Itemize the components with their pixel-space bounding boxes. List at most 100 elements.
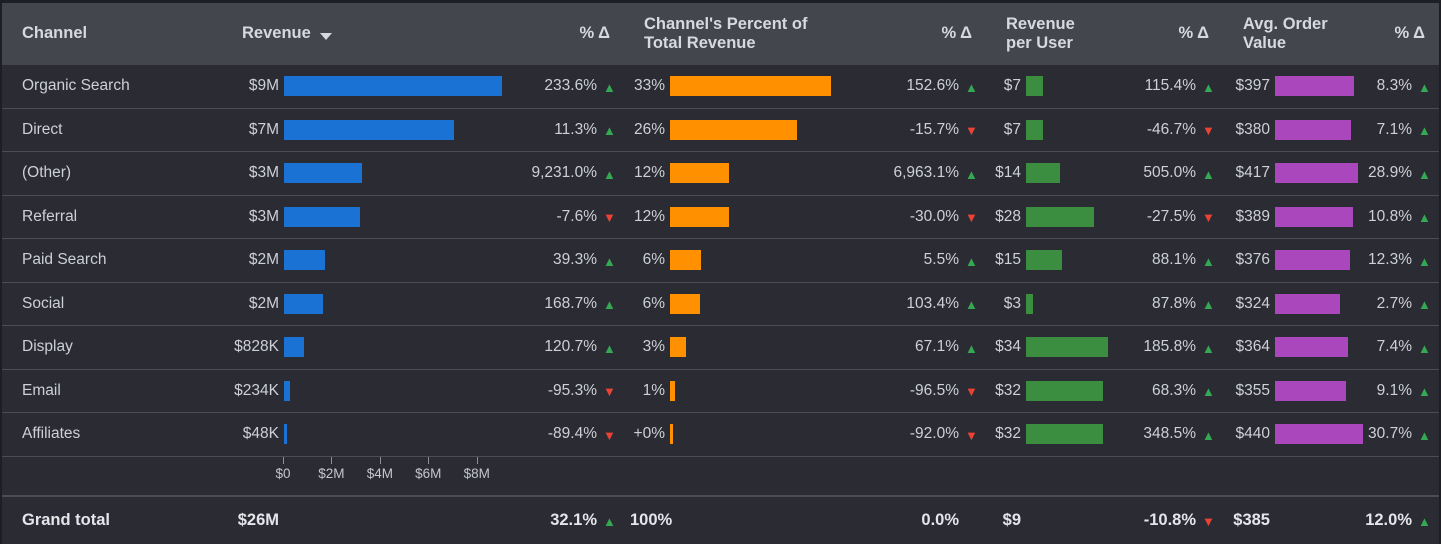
avg-order-value-bar [1275, 424, 1363, 445]
axis-tick [428, 456, 430, 464]
aov-delta: 7.1% ▲ [1373, 109, 1439, 152]
rpu-delta: 185.8% ▲ [1143, 326, 1223, 369]
revenue-per-user-value: $28 [995, 207, 1021, 225]
column-header-pct-total-delta[interactable]: % Δ [924, 3, 986, 65]
column-header-avg-order-value[interactable]: Avg. Order Value [1223, 3, 1373, 65]
table-row[interactable]: Email $234K -95.3% ▼ 1% -96.5% ▼ $32 68.3% ▲ $355 9… [2, 370, 1439, 413]
column-header-revenue[interactable]: Revenue [222, 3, 562, 65]
column-header-pct-total-label: Channel's Percent of Total Revenue [644, 15, 807, 54]
revenue-cell: $7M [222, 109, 562, 152]
table-row[interactable]: Affiliates $48K -89.4% ▼ +0% -92.0% ▼ $32 348.5%… [2, 413, 1439, 457]
rpu-delta-value: -27.5% [1146, 207, 1196, 225]
column-header-aov-delta-label: % Δ [1394, 24, 1425, 43]
axis-tick [331, 456, 333, 464]
revenue-delta-value: 11.3% [554, 120, 597, 138]
grand-total-rpu-delta: -10.8% ▼ [1144, 497, 1223, 544]
revenue-delta-value: -95.3% [547, 381, 597, 399]
column-header-rpu-delta[interactable]: % Δ [1161, 3, 1223, 65]
pct-total-line2: Total Revenue [644, 34, 756, 52]
table-row[interactable]: (Other) $3M 9,231.0% ▲ 12% 6,963.1% ▲ $14 505.0%… [2, 152, 1439, 196]
column-header-revenue-per-user[interactable]: Revenue per User [986, 3, 1161, 65]
caret-down-icon[interactable] [319, 32, 332, 40]
pct-total-bar-track [670, 109, 797, 152]
arrow-up-icon: ▲ [1202, 79, 1215, 95]
table-row[interactable]: Paid Search $2M 39.3% ▲ 6% 5.5% ▲ $15 88.1% ▲ $376… [2, 239, 1439, 283]
revenue-value: $2M [248, 251, 279, 269]
revenue-per-user-cell: $34 [986, 326, 1161, 369]
pct-total-delta: 6,963.1% ▲ [894, 152, 986, 195]
rpu-delta: 505.0% ▲ [1143, 152, 1223, 195]
pct-total-bar-track [670, 283, 701, 326]
row-channel: Direct [22, 120, 63, 138]
revenue-value: $3M [248, 164, 279, 182]
pct-total-bar-track [670, 370, 675, 413]
axis-tick-label: $4M [366, 465, 394, 481]
table-row[interactable]: Direct $7M 11.3% ▲ 26% -15.7% ▼ $7 -46.7% ▼ $380 7.… [2, 109, 1439, 152]
revenue-bar-track [284, 152, 362, 195]
arrow-up-icon: ▲ [603, 297, 616, 313]
pct-total-cell: 33% [624, 65, 924, 108]
row-channel: Organic Search [22, 77, 130, 95]
rpu-delta-value: 68.3% [1152, 381, 1196, 399]
revenue-axis: $0 $2M $4M $6M $8M [222, 456, 562, 491]
pct-total-delta-value: -30.0% [909, 207, 959, 225]
avg-order-value-cell: $440 [1223, 413, 1373, 456]
grand-total-aov-delta: 12.0% ▲ [1365, 497, 1439, 544]
arrow-up-icon: ▲ [1418, 166, 1431, 182]
column-header-revenue-label: Revenue [242, 24, 311, 43]
avg-order-value-cell: $364 [1223, 326, 1373, 369]
arrow-up-icon: ▲ [603, 513, 616, 529]
aov-delta-value: 28.9% [1368, 164, 1412, 182]
revenue-delta: 120.7% ▲ [544, 326, 624, 369]
column-header-revenue-delta[interactable]: % Δ [562, 3, 624, 65]
table-row[interactable]: Display $828K 120.7% ▲ 3% 67.1% ▲ $34 185.8% ▲ $36… [2, 326, 1439, 370]
pct-total-value: 33% [633, 77, 665, 95]
data-table: Channel Revenue % Δ Channel's Percent of… [0, 0, 1441, 544]
pct-total-cell: 26% [624, 109, 924, 152]
pct-total-delta-value: 152.6% [906, 77, 959, 95]
pct-total-value: 12% [633, 207, 665, 225]
revenue-per-user-value: $32 [995, 425, 1021, 443]
aov-delta: 28.9% ▲ [1368, 152, 1439, 195]
pct-total-delta: -96.5% ▼ [910, 370, 986, 413]
avg-order-value-value: $355 [1235, 381, 1270, 399]
rpu-delta: 115.4% ▲ [1145, 65, 1223, 108]
revenue-bar-track [284, 65, 502, 108]
grand-total-pct-value: 100% [630, 510, 673, 529]
column-header-channel-label: Channel [22, 24, 88, 43]
revenue-delta-value: 120.7% [544, 338, 597, 356]
avg-order-value-bar-track [1275, 152, 1359, 195]
avg-order-value-value: $324 [1235, 294, 1270, 312]
avg-order-value-value: $389 [1235, 207, 1270, 225]
rpu-line2: per User [1006, 34, 1073, 52]
revenue-bar-track [284, 283, 324, 326]
column-header-pct-total[interactable]: Channel's Percent of Total Revenue [624, 3, 924, 65]
aov-delta-value: 7.4% [1376, 338, 1412, 356]
avg-order-value-value: $440 [1235, 425, 1270, 443]
avg-order-value-cell: $380 [1223, 109, 1373, 152]
avg-order-value-value: $376 [1235, 251, 1270, 269]
revenue-bar-track [284, 239, 326, 282]
column-header-aov-delta[interactable]: % Δ [1373, 3, 1439, 65]
aov-delta: 7.4% ▲ [1373, 326, 1439, 369]
table-row[interactable]: Referral $3M -7.6% ▼ 12% -30.0% ▼ $28 -27.5% ▼ $38… [2, 196, 1439, 239]
grand-total-aov-delta-value: 12.0% [1365, 510, 1412, 529]
table-row[interactable]: Organic Search $9M 233.6% ▲ 33% 152.6% ▲ $7 115.… [2, 65, 1439, 109]
grand-total-pct-delta-value: 0.0% [921, 510, 959, 529]
grand-total-revenue-cell: $26M [222, 497, 562, 544]
table-row[interactable]: Social $2M 168.7% ▲ 6% 103.4% ▲ $3 87.8% ▲ $324 2.7… [2, 283, 1439, 326]
pct-total-bar-track [670, 326, 686, 369]
row-channel: Display [22, 338, 73, 356]
pct-total-bar [670, 206, 729, 227]
column-header-channel[interactable]: Channel [2, 3, 222, 65]
revenue-per-user-value: $15 [995, 251, 1021, 269]
revenue-cell: $2M [222, 283, 562, 326]
revenue-delta: 39.3% ▲ [553, 239, 624, 282]
pct-total-delta: -30.0% ▼ [910, 196, 986, 239]
grand-total-aov-value: $385 [1233, 510, 1270, 529]
avg-order-value-bar-track [1275, 239, 1351, 282]
pct-total-value: 26% [633, 120, 665, 138]
avg-order-value-cell: $355 [1223, 370, 1373, 413]
revenue-value: $48K [242, 425, 279, 443]
revenue-bar-track [284, 326, 305, 369]
